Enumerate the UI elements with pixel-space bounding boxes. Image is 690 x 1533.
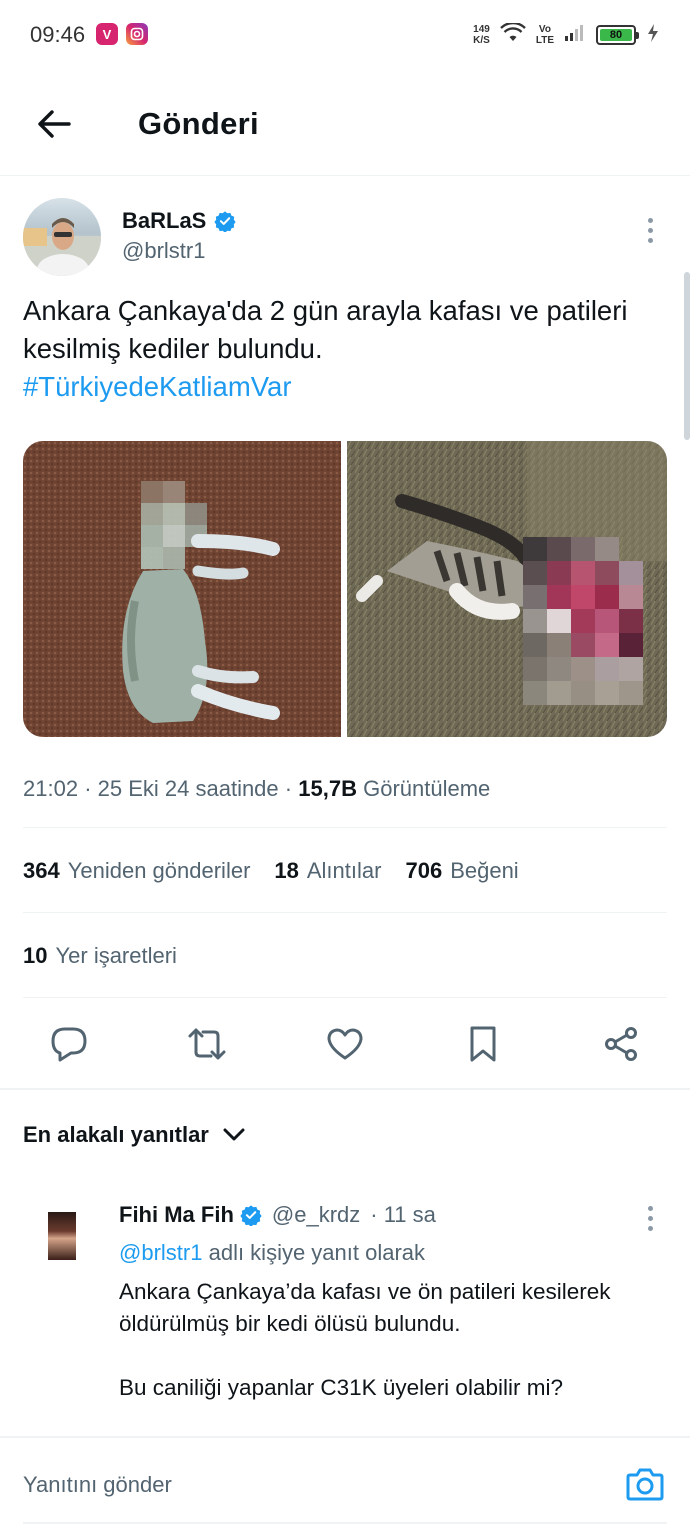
back-button[interactable] [30, 100, 78, 148]
chevron-down-icon [223, 1128, 245, 1141]
scrollbar-thumb[interactable] [684, 272, 690, 440]
quotes-stat[interactable]: 18 Alıntılar [274, 858, 381, 884]
composer-underline [23, 1522, 667, 1524]
status-time: 09:46 [30, 22, 86, 47]
more-dot-icon [647, 1215, 653, 1221]
wifi-icon [499, 21, 526, 48]
more-dot-icon [647, 1225, 653, 1231]
repost-icon [188, 1028, 226, 1060]
tweet-text: Ankara Çankaya'da 2 gün arayla kafası ve… [23, 292, 663, 406]
heart-icon [327, 1028, 363, 1060]
media-image-1[interactable] [23, 441, 343, 737]
bookmark-button[interactable] [463, 1024, 503, 1064]
author-name[interactable]: BaRLaS [122, 208, 236, 234]
quotes-count: 18 [274, 858, 299, 883]
media-image-2[interactable] [347, 441, 667, 737]
replying-to: @brlstr1 adlı kişiye yanıt olarak [119, 1240, 425, 1266]
tweet-media[interactable] [23, 441, 667, 737]
volte-indicator: Vo LTE [536, 24, 554, 46]
quotes-label: Alıntılar [306, 858, 382, 883]
author-name-text: BaRLaS [122, 208, 207, 233]
reposts-label: Yeniden gönderiler [67, 858, 251, 883]
arrow-left-icon [38, 110, 71, 138]
share-icon [605, 1027, 637, 1061]
hashtag-link[interactable]: #TürkiyedeKatliamVar [23, 368, 663, 406]
verified-badge-icon [240, 1205, 262, 1226]
reply-time: · 11 sa [370, 1202, 436, 1227]
tweet-meta: 21:02 · 25 Eki 24 saatinde · 15,7B Görün… [23, 776, 491, 801]
views-count: 15,7B [298, 776, 357, 801]
camera-button[interactable] [626, 1466, 664, 1502]
divider [23, 997, 667, 998]
battery-icon: 80 [596, 25, 639, 45]
more-dot-icon [647, 1205, 653, 1211]
repost-button[interactable] [187, 1024, 227, 1064]
action-bar [0, 1016, 690, 1072]
section-divider [0, 1088, 690, 1090]
signal-icon [564, 24, 586, 47]
author-avatar[interactable] [23, 198, 101, 276]
more-dot-icon [647, 217, 653, 223]
reply-header: Fihi Ma Fih @e_krdz · 11 sa [119, 1202, 436, 1228]
sort-label: En alakalı yanıtlar [23, 1122, 209, 1147]
reply-to-suffix: adlı kişiye yanıt olarak [208, 1240, 426, 1265]
bookmarks-label: Yer işaretleri [55, 943, 177, 968]
likes-stat[interactable]: 706 Beğeni [405, 858, 518, 884]
reply-input[interactable]: Yanıtını gönder [23, 1472, 172, 1498]
composer-divider [0, 1436, 690, 1438]
volte-bottom: LTE [535, 35, 554, 46]
tweet-time: 21:02 [23, 776, 79, 801]
verified-badge-icon [214, 211, 236, 232]
likes-label: Beğeni [450, 858, 519, 883]
reply-text: Ankara Çankaya’da kafası ve ön patileri … [119, 1279, 611, 1400]
bookmark-icon [470, 1026, 496, 1062]
status-bar: 09:46 V 149 K/S Vo LTE 80 [0, 0, 690, 70]
network-speed-value: 149 [473, 24, 490, 35]
vivo-icon: V [96, 23, 118, 45]
bookmarks-stat[interactable]: 10 Yer işaretleri [23, 943, 177, 969]
more-dot-icon [647, 237, 653, 243]
network-speed-unit: K/S [473, 35, 490, 46]
camera-icon [626, 1468, 664, 1501]
like-button[interactable] [325, 1024, 365, 1064]
reply-to-handle-link[interactable]: @brlstr1 [119, 1240, 202, 1265]
network-speed: 149 K/S [473, 24, 490, 46]
divider [23, 912, 667, 913]
engagement-stats: 364 Yeniden gönderiler 18 Alıntılar 706 Beğ… [23, 858, 519, 884]
instagram-icon [126, 23, 148, 45]
more-dot-icon [647, 227, 653, 233]
tweet-date: 25 Eki 24 saatinde [97, 776, 279, 801]
share-button[interactable] [601, 1024, 641, 1064]
reply-author-handle[interactable]: @e_krdz [272, 1202, 360, 1228]
reposts-count: 364 [23, 858, 60, 883]
status-indicators: 149 K/S Vo LTE 80 [473, 18, 660, 52]
author-handle[interactable]: @brlstr1 [122, 238, 205, 264]
reply-icon [51, 1027, 87, 1062]
volte-top: Vo [538, 24, 551, 35]
reply-more-options-button[interactable] [638, 1204, 662, 1232]
charging-icon [646, 23, 660, 48]
tweet-body: Ankara Çankaya'da 2 gün arayla kafası ve… [23, 295, 628, 364]
replies-sort-dropdown[interactable]: En alakalı yanıtlar [23, 1122, 245, 1148]
likes-count: 706 [405, 858, 443, 883]
bookmarks-count: 10 [23, 943, 48, 968]
reply-avatar[interactable] [48, 1212, 76, 1260]
more-options-button[interactable] [638, 214, 662, 246]
reposts-stat[interactable]: 364 Yeniden gönderiler [23, 858, 250, 884]
header: Gönderi [0, 70, 690, 176]
battery-level: 80 [600, 29, 632, 41]
views-label: Görüntüleme [363, 776, 491, 801]
page-title: Gönderi [138, 106, 259, 141]
divider [23, 827, 667, 828]
reply-button[interactable] [49, 1024, 89, 1064]
reply-author-name[interactable]: Fihi Ma Fih [119, 1202, 234, 1228]
